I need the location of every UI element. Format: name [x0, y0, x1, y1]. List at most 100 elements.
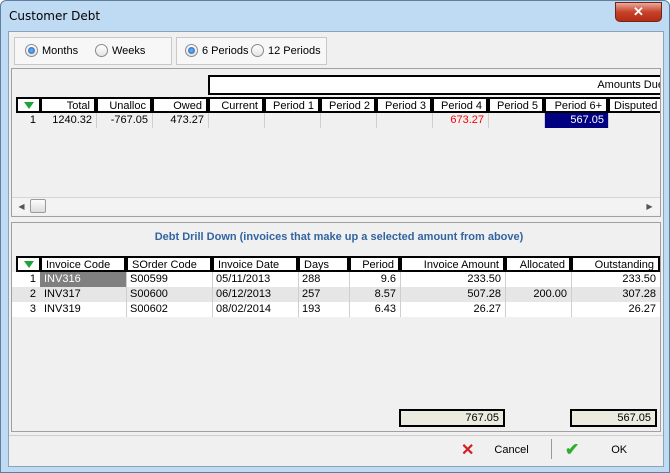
ok-button[interactable]: ✔ OK — [565, 439, 627, 461]
cancel-x-icon: ✕ — [461, 442, 475, 459]
col-owed[interactable]: Owed — [152, 97, 208, 113]
invoice-date-cell[interactable]: 08/02/2014 — [212, 302, 298, 317]
outstanding-total: 567.05 — [570, 409, 657, 427]
cancel-button[interactable]: ✕ Cancel — [461, 439, 529, 461]
owed-cell[interactable]: 473.27 — [152, 113, 208, 128]
table-row[interactable]: 2 INV317 S00600 06/12/2013 257 8.57 507.… — [12, 287, 660, 302]
period-6plus-cell-selected[interactable]: 567.05 — [544, 113, 608, 128]
col-invoice-amount[interactable]: Invoice Amount — [400, 256, 505, 272]
grid-line — [349, 272, 350, 317]
col-period-6plus[interactable]: Period 6+ — [544, 97, 608, 113]
window-title: Customer Debt — [9, 9, 101, 23]
summary-filter-header[interactable] — [16, 97, 41, 113]
current-cell[interactable] — [208, 113, 264, 128]
period-cell[interactable]: 8.57 — [349, 287, 400, 302]
grid-line — [208, 113, 209, 128]
button-divider — [551, 439, 552, 459]
weeks-radio[interactable]: Weeks — [95, 44, 145, 57]
sorder-code-cell[interactable]: S00599 — [126, 272, 212, 287]
invoice-amount-total: 767.05 — [399, 409, 505, 427]
weeks-radio-label: Weeks — [112, 44, 146, 57]
invoice-amount-cell[interactable]: 26.27 — [400, 302, 505, 317]
period-unit-group: Months Weeks — [14, 37, 172, 65]
months-radio-label: Months — [42, 44, 79, 57]
period-cell[interactable]: 9.6 — [349, 272, 400, 287]
invoice-amount-cell[interactable]: 507.28 — [400, 287, 505, 302]
customer-debt-window: Customer Debt ✕ Months Weeks 6 Periods 1… — [0, 0, 670, 473]
col-period-3[interactable]: Period 3 — [376, 97, 432, 113]
days-cell[interactable]: 288 — [298, 272, 349, 287]
col-sorder-code[interactable]: SOrder Code — [126, 256, 212, 272]
six-periods-radio[interactable]: 6 Periods — [185, 44, 248, 57]
days-cell[interactable]: 257 — [298, 287, 349, 302]
invoice-amount-cell[interactable]: 233.50 — [400, 272, 505, 287]
grid-line — [608, 113, 609, 128]
col-period[interactable]: Period — [349, 256, 400, 272]
sorder-code-cell[interactable]: S00600 — [126, 287, 212, 302]
disputed-cell[interactable] — [608, 113, 660, 128]
col-current[interactable]: Current — [208, 97, 264, 113]
filter-triangle-icon — [23, 261, 34, 268]
period-cell[interactable]: 6.43 — [349, 302, 400, 317]
total-cell[interactable]: 1240.32 — [40, 113, 96, 128]
period-2-cell[interactable] — [320, 113, 376, 128]
summary-horizontal-scrollbar[interactable]: ◀ ▶ — [12, 197, 660, 214]
col-disputed[interactable]: Disputed — [608, 97, 660, 113]
invoice-date-cell[interactable]: 06/12/2013 — [212, 287, 298, 302]
days-cell[interactable]: 193 — [298, 302, 349, 317]
grid-line — [96, 113, 97, 128]
outstanding-cell[interactable]: 26.27 — [571, 302, 660, 317]
invoice-code-cell-selected[interactable]: INV316 — [40, 272, 126, 287]
scroll-left-icon[interactable]: ◀ — [14, 199, 29, 214]
scroll-thumb[interactable] — [30, 199, 46, 213]
grid-line — [544, 113, 545, 128]
grid-line — [432, 113, 433, 128]
period-3-cell[interactable] — [376, 113, 432, 128]
row-number: 2 — [29, 288, 36, 300]
summary-grid: Amounts Due Total Unalloc Owed Current P… — [11, 68, 661, 217]
table-row[interactable]: 1 INV316 S00599 05/11/2013 288 9.6 233.5… — [12, 272, 660, 287]
grid-line — [488, 113, 489, 128]
col-invoice-date[interactable]: Invoice Date — [212, 256, 298, 272]
col-period-2[interactable]: Period 2 — [320, 97, 376, 113]
col-total[interactable]: Total — [40, 97, 96, 113]
outstanding-cell[interactable]: 307.28 — [571, 287, 660, 302]
months-radio[interactable]: Months — [25, 44, 78, 57]
allocated-cell[interactable] — [505, 302, 571, 317]
period-4-cell[interactable]: 673.27 — [432, 113, 488, 128]
grid-line — [152, 113, 153, 128]
close-window-button[interactable]: ✕ — [615, 2, 662, 22]
twelve-periods-radio-indicator[interactable] — [251, 44, 264, 57]
grid-line — [400, 272, 401, 317]
col-period-1[interactable]: Period 1 — [264, 97, 320, 113]
weeks-radio-indicator[interactable] — [95, 44, 108, 57]
scroll-right-icon[interactable]: ▶ — [642, 199, 657, 214]
table-row[interactable]: 3 INV319 S00602 08/02/2014 193 6.43 26.2… — [12, 302, 660, 317]
outstanding-cell[interactable]: 233.50 — [571, 272, 660, 287]
twelve-periods-radio[interactable]: 12 Periods — [251, 44, 321, 57]
six-periods-radio-indicator[interactable] — [185, 44, 198, 57]
period-1-cell[interactable] — [264, 113, 320, 128]
allocated-cell[interactable]: 200.00 — [505, 287, 571, 302]
col-allocated[interactable]: Allocated — [505, 256, 571, 272]
drill-down-panel: Debt Drill Down (invoices that make up a… — [11, 222, 661, 432]
invoice-code-cell[interactable]: INV319 — [40, 302, 126, 317]
invoice-date-cell[interactable]: 05/11/2013 — [212, 272, 298, 287]
grid-line — [212, 272, 213, 317]
allocated-cell[interactable] — [505, 272, 571, 287]
months-radio-indicator[interactable] — [25, 44, 38, 57]
col-unalloc[interactable]: Unalloc — [96, 97, 152, 113]
col-outstanding[interactable]: Outstanding — [571, 256, 660, 272]
row-number: 1 — [29, 114, 36, 126]
twelve-periods-radio-label: 12 Periods — [268, 44, 321, 57]
col-days[interactable]: Days — [298, 256, 349, 272]
col-period-4[interactable]: Period 4 — [432, 97, 488, 113]
period-5-cell[interactable] — [488, 113, 544, 128]
sorder-code-cell[interactable]: S00602 — [126, 302, 212, 317]
grid-line — [126, 272, 127, 317]
col-period-5[interactable]: Period 5 — [488, 97, 544, 113]
drill-filter-header[interactable] — [16, 256, 41, 272]
invoice-code-cell[interactable]: INV317 — [40, 287, 126, 302]
col-invoice-code[interactable]: Invoice Code — [40, 256, 126, 272]
unalloc-cell[interactable]: -767.05 — [96, 113, 152, 128]
